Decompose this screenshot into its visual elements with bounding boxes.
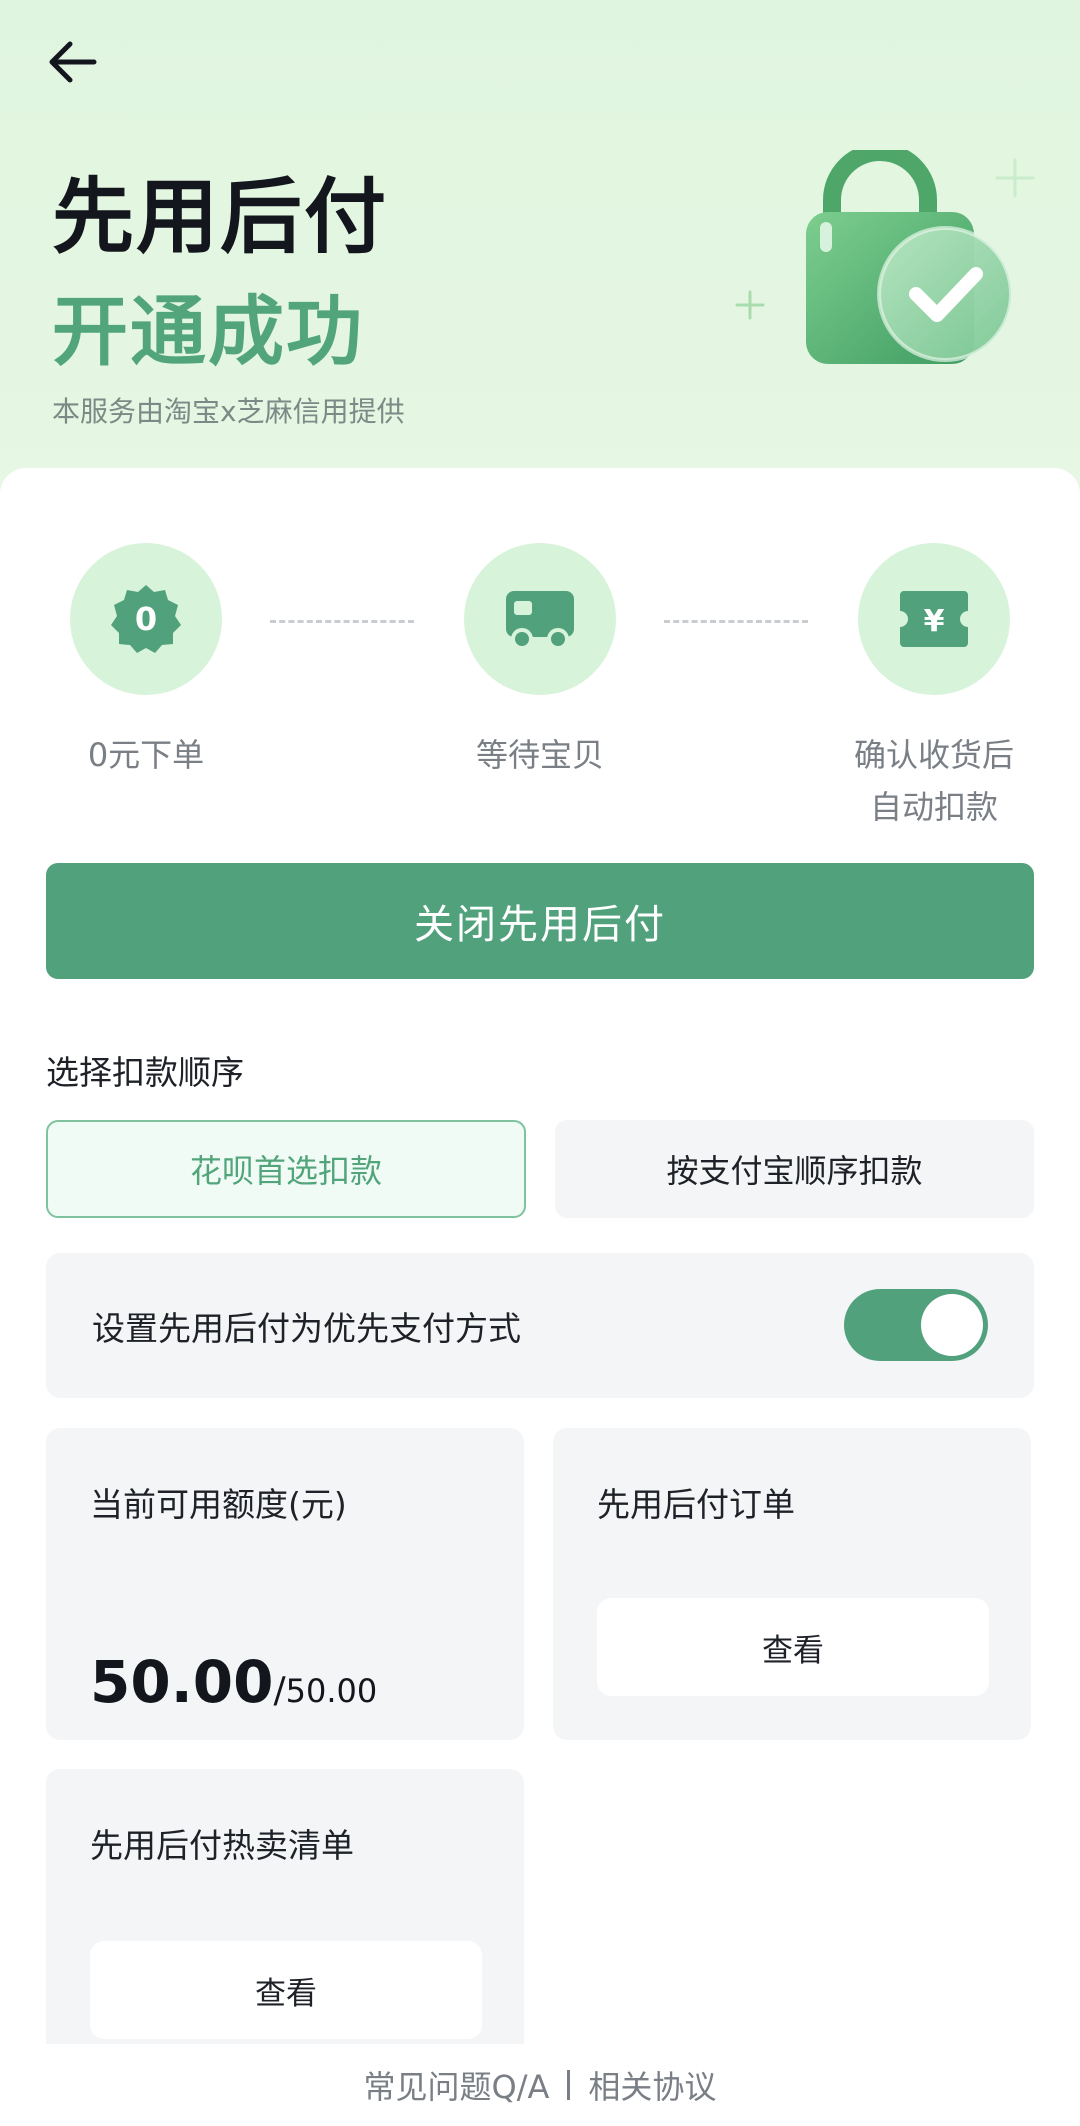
step-zero-order: 0 0元下单 [36, 543, 256, 781]
step-auto-deduct: ¥ 确认收货后 自动扣款 [824, 543, 1044, 833]
step-wait-delivery: 等待宝贝 [430, 543, 650, 781]
agreement-link[interactable]: 相关协议 [588, 2062, 716, 2108]
svg-text:¥: ¥ [924, 604, 945, 639]
page-title: 先用后付 [52, 170, 389, 265]
credit-available: 50.00 [90, 1648, 274, 1716]
step-label: 确认收货后 自动扣款 [853, 736, 1014, 826]
svg-text:0: 0 [135, 600, 157, 638]
hot-list-tile: 先用后付热卖清单 查看 [46, 1769, 524, 2059]
option-huabei-first[interactable]: 花呗首选扣款 [46, 1120, 526, 1218]
priority-payment-label: 设置先用后付为优先支付方式 [92, 1308, 521, 1348]
toggle-knob [921, 1294, 983, 1356]
step-connector [664, 620, 808, 623]
back-button[interactable] [44, 34, 100, 90]
step-circle: ¥ [858, 543, 1010, 695]
page: 先用后付 开通成功 本服务由淘宝x芝麻信用提供 0 0元下单 等待宝贝 ¥ 确认… [0, 0, 1080, 2126]
priority-payment-row: 设置先用后付为优先支付方式 [46, 1253, 1034, 1398]
view-hot-list-button[interactable]: 查看 [90, 1941, 482, 2039]
success-subtitle: 开通成功 [52, 287, 364, 376]
step-circle: 0 [70, 543, 222, 695]
deduction-order-label: 选择扣款顺序 [46, 1053, 244, 1092]
yuan-ticket-icon: ¥ [900, 591, 968, 647]
orders-tile: 先用后付订单 查看 [553, 1428, 1031, 1740]
close-pay-later-button[interactable]: 关闭先用后付 [46, 863, 1034, 979]
orders-title: 先用后付订单 [597, 1485, 795, 1524]
shopping-bag-check-icon [735, 150, 1035, 364]
hero-banner: 先用后付 开通成功 本服务由淘宝x芝麻信用提供 [0, 0, 1080, 500]
credit-total: 50.00 [285, 1672, 378, 1710]
truck-icon [506, 591, 574, 650]
credit-tile: 当前可用额度(元) 50.00/50.00 [46, 1428, 524, 1740]
hot-list-title: 先用后付热卖清单 [90, 1826, 354, 1865]
footer-links: 常见问题Q/A 相关协议 [0, 2044, 1080, 2126]
provider-note: 本服务由淘宝x芝麻信用提供 [52, 395, 405, 428]
view-orders-button[interactable]: 查看 [597, 1598, 989, 1696]
arrow-left-icon [49, 41, 97, 83]
step-label: 等待宝贝 [475, 736, 604, 774]
step-circle [464, 543, 616, 695]
faq-link[interactable]: 常见问题Q/A [364, 2062, 550, 2108]
credit-title: 当前可用额度(元) [90, 1485, 347, 1524]
footer-divider [567, 2070, 571, 2100]
credit-separator: / [273, 1670, 286, 1711]
priority-payment-toggle[interactable] [844, 1289, 988, 1361]
step-label: 0元下单 [87, 736, 205, 774]
credit-amount: 50.00/50.00 [90, 1648, 377, 1716]
step-connector [270, 620, 414, 623]
option-alipay-order[interactable]: 按支付宝顺序扣款 [555, 1120, 1034, 1218]
zero-badge-icon: 0 [111, 585, 181, 653]
